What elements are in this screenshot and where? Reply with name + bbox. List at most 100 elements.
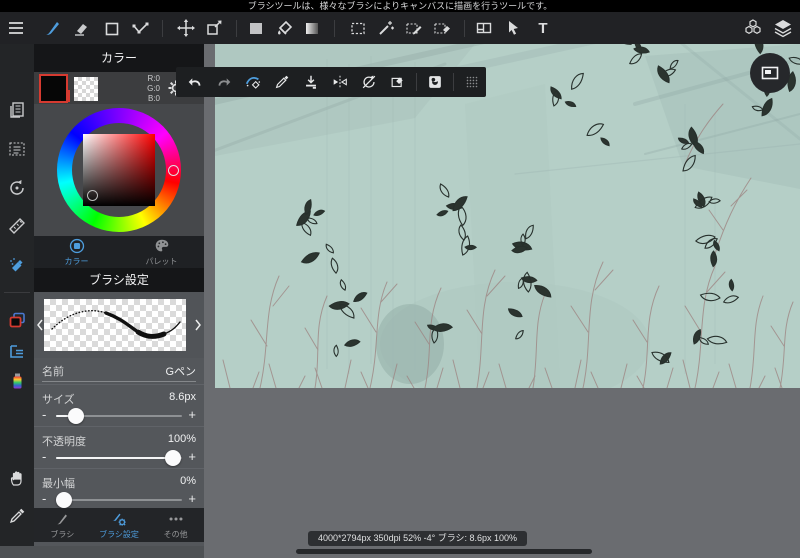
tab-brush[interactable]: ブラシ <box>34 508 91 542</box>
opacity-slider-track[interactable] <box>56 450 182 466</box>
snap-tool-icon[interactable] <box>242 71 264 93</box>
paint-bucket-tool-button[interactable] <box>271 15 297 41</box>
frame-divide-tool-button[interactable] <box>471 15 497 41</box>
slider-minwidth-value: 0% <box>180 475 196 487</box>
brush-tab-icon <box>56 514 68 525</box>
brush-tool-button[interactable] <box>39 15 65 41</box>
minwidth-plus-button[interactable]: + <box>188 491 196 506</box>
rotate-off-icon[interactable] <box>358 71 380 93</box>
home-indicator[interactable] <box>296 549 592 554</box>
magic-wand-tool-button[interactable] <box>373 15 399 41</box>
color-swatch-icon[interactable] <box>7 310 27 330</box>
rgb-g: G:0 <box>147 84 160 93</box>
tab-brush-settings-label: ブラシ設定 <box>99 530 139 539</box>
tab-palette-label: パレット <box>145 257 178 266</box>
hue-cursor[interactable] <box>168 165 179 176</box>
palette-tab-icon <box>155 239 168 252</box>
panel-bottom-strip <box>0 546 204 558</box>
more-dots-icon <box>169 517 183 521</box>
brush-stroke-preview <box>44 299 186 351</box>
toolbar-separator <box>416 73 417 91</box>
primary-color-swatch[interactable] <box>39 74 68 103</box>
transparent-color-swatch[interactable] <box>74 77 98 101</box>
ruler-icon[interactable] <box>7 216 27 236</box>
select-pen-tool-button[interactable] <box>401 15 427 41</box>
tool-hint-bar: ブラシツールは、様々なブラシによりキャンバスに描画を行うツールです。 <box>0 0 800 12</box>
main-toolbar: T <box>0 12 800 44</box>
invert-icon[interactable] <box>424 71 446 93</box>
brush-name-value: Gペン <box>165 366 196 378</box>
flip-horizontal-icon[interactable] <box>329 71 351 93</box>
tab-palette[interactable]: パレット <box>119 236 204 268</box>
sidebar-separator <box>4 292 30 293</box>
fill-rect-tool-button[interactable] <box>243 15 269 41</box>
size-slider-track[interactable] <box>56 408 182 424</box>
size-minus-button[interactable]: - <box>42 407 46 422</box>
slider-opacity: 不透明度 100% - + <box>34 426 204 469</box>
slider-size: サイズ 8.6px - + <box>34 384 204 427</box>
color-brush-panel: カラー R:0 G:0 B:0 カラー パレット ブラシ設定 名前 Gペン サイ… <box>34 44 204 558</box>
toolbar-separator <box>453 73 454 91</box>
rainbow-bar-icon[interactable] <box>7 371 27 391</box>
slider-opacity-label: 不透明度 <box>42 436 86 448</box>
slider-size-label: サイズ <box>42 394 75 406</box>
move-tool-button[interactable] <box>173 15 199 41</box>
tab-others-label: その他 <box>163 530 188 539</box>
tab-others[interactable]: その他 <box>147 508 204 542</box>
opacity-plus-button[interactable]: + <box>188 449 196 464</box>
opacity-slider-knob[interactable] <box>165 450 182 466</box>
panel-bottom-tabs: ブラシ ブラシ設定 その他 <box>34 508 204 542</box>
toolbar-separator <box>464 20 465 37</box>
select-rect-tool-button[interactable] <box>345 15 371 41</box>
slider-opacity-value: 100% <box>167 433 196 445</box>
minwidth-slider-track[interactable] <box>55 492 182 508</box>
slider-size-value: 8.6px <box>169 391 196 403</box>
slider-minwidth-label: 最小幅 <box>42 478 75 490</box>
tab-brush-settings[interactable]: ブラシ設定 <box>91 508 148 542</box>
size-plus-button[interactable]: + <box>188 407 196 422</box>
app-window: ブラシツールは、様々なブラシによりキャンバスに描画を行うツールです。 T カラー… <box>0 0 800 558</box>
brush-name-row: 名前 Gペン <box>34 358 204 384</box>
text-tool-button[interactable]: T <box>530 15 556 41</box>
shape-tool-button[interactable] <box>99 15 125 41</box>
color-tab-icon <box>69 238 84 254</box>
layers-panel-button[interactable] <box>770 15 796 41</box>
select-move-tool-button[interactable] <box>500 15 526 41</box>
reset-rotation-icon[interactable] <box>7 178 27 198</box>
undo-icon[interactable] <box>184 71 206 93</box>
eyedropper-icon[interactable] <box>7 506 27 526</box>
redo-icon[interactable] <box>213 71 235 93</box>
eraser-tool-button[interactable] <box>68 15 94 41</box>
select-eraser-tool-button[interactable] <box>429 15 455 41</box>
select-list-icon[interactable] <box>7 139 27 159</box>
airbrush-icon[interactable] <box>7 255 27 275</box>
navigator-button[interactable] <box>750 53 790 93</box>
tab-color[interactable]: カラー <box>34 236 119 268</box>
minwidth-slider-knob[interactable] <box>55 492 72 508</box>
transform-tool-button[interactable] <box>201 15 227 41</box>
minwidth-minus-button[interactable]: - <box>42 491 46 506</box>
opacity-minus-button[interactable]: - <box>42 449 46 464</box>
pages-icon[interactable] <box>7 100 27 120</box>
menu-icon[interactable] <box>3 15 29 41</box>
rgb-r: R:0 <box>147 74 160 83</box>
brush-preview-area <box>34 292 204 358</box>
brush-panel-title: ブラシ設定 <box>34 268 204 292</box>
toolbar-separator <box>236 20 237 37</box>
tab-brush-label: ブラシ <box>50 530 75 539</box>
sv-cursor[interactable] <box>87 190 98 201</box>
hand-tool-icon[interactable] <box>7 468 27 488</box>
save-merge-icon[interactable] <box>300 71 322 93</box>
next-brush-icon[interactable] <box>193 318 203 332</box>
color-palette-tabs: カラー パレット <box>34 236 204 268</box>
clear-layer-icon[interactable] <box>387 71 409 93</box>
workspace <box>204 44 800 558</box>
gradient-tool-button[interactable] <box>299 15 325 41</box>
drag-handle-icon[interactable] <box>461 71 483 93</box>
size-slider-knob[interactable] <box>68 408 85 424</box>
material-panel-button[interactable] <box>740 15 766 41</box>
pen-icon[interactable] <box>271 71 293 93</box>
layer-list-icon[interactable] <box>7 342 27 362</box>
polyline-tool-button[interactable] <box>127 15 153 41</box>
toolbar-separator <box>162 20 163 37</box>
